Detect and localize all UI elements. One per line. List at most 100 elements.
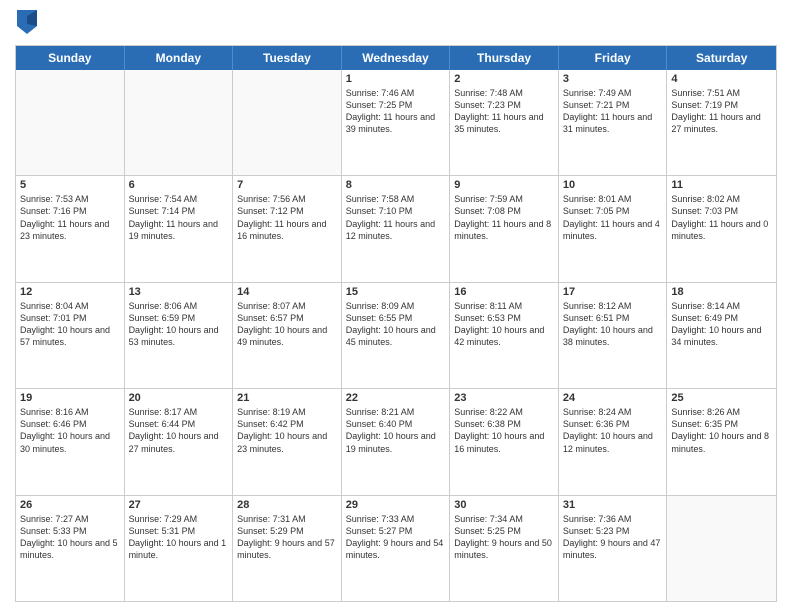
header-day: Sunday: [16, 46, 125, 70]
calendar-cell: 16Sunrise: 8:11 AMSunset: 6:53 PMDayligh…: [450, 283, 559, 388]
day-number: 17: [563, 286, 663, 298]
day-number: 21: [237, 392, 337, 404]
day-details: Sunrise: 7:51 AMSunset: 7:19 PMDaylight:…: [671, 87, 772, 136]
calendar-cell: 4 Sunrise: 7:51 AMSunset: 7:19 PMDaylight…: [667, 70, 776, 175]
day-details: Sunrise: 7:48 AMSunset: 7:23 PMDaylight:…: [454, 87, 554, 136]
calendar-cell: 24Sunrise: 8:24 AMSunset: 6:36 PMDayligh…: [559, 389, 668, 494]
calendar-cell: 28 Sunrise: 7:31 AMSunset: 5:29 PMDayligh…: [233, 496, 342, 601]
day-number: 3: [563, 73, 663, 85]
day-number: 5: [20, 179, 120, 191]
calendar-cell: 12 Sunrise: 8:04 AMSunset: 7:01 PMDayligh…: [16, 283, 125, 388]
calendar: SundayMondayTuesdayWednesdayThursdayFrid…: [15, 45, 777, 602]
header-day: Friday: [559, 46, 668, 70]
day-number: 24: [563, 392, 663, 404]
calendar-row: 26 Sunrise: 7:27 AMSunset: 5:33 PMDayligh…: [16, 495, 776, 601]
day-number: 4: [671, 73, 772, 85]
calendar-cell: 1 Sunrise: 7:46 AMSunset: 7:25 PMDaylight…: [342, 70, 451, 175]
day-number: 26: [20, 499, 120, 511]
header-day: Saturday: [667, 46, 776, 70]
day-number: 31: [563, 499, 663, 511]
calendar-row: 19Sunrise: 8:16 AMSunset: 6:46 PMDayligh…: [16, 388, 776, 494]
day-number: 9: [454, 179, 554, 191]
day-number: 15: [346, 286, 446, 298]
day-number: 27: [129, 499, 229, 511]
calendar-cell: 17 Sunrise: 8:12 AMSunset: 6:51 PMDayligh…: [559, 283, 668, 388]
page: SundayMondayTuesdayWednesdayThursdayFrid…: [0, 0, 792, 612]
calendar-cell: 18 Sunrise: 8:14 AMSunset: 6:49 PMDayligh…: [667, 283, 776, 388]
calendar-cell: 20Sunrise: 8:17 AMSunset: 6:44 PMDayligh…: [125, 389, 234, 494]
calendar-cell: 10 Sunrise: 8:01 AMSunset: 7:05 PMDayligh…: [559, 176, 668, 281]
day-details: Sunrise: 8:07 AMSunset: 6:57 PMDaylight:…: [237, 300, 337, 349]
day-number: 8: [346, 179, 446, 191]
day-details: Sunrise: 8:01 AMSunset: 7:05 PMDaylight:…: [563, 193, 663, 242]
header-day: Wednesday: [342, 46, 451, 70]
day-details: Sunrise: 7:31 AMSunset: 5:29 PMDaylight:…: [237, 513, 337, 562]
day-details: Sunrise: 8:11 AMSunset: 6:53 PMDaylight:…: [454, 300, 554, 349]
day-details: Sunrise: 7:27 AMSunset: 5:33 PMDaylight:…: [20, 513, 120, 562]
day-number: 20: [129, 392, 229, 404]
calendar-cell-empty: [667, 496, 776, 601]
calendar-row: 5Sunrise: 7:53 AMSunset: 7:16 PMDaylight…: [16, 175, 776, 281]
calendar-row: 1 Sunrise: 7:46 AMSunset: 7:25 PMDaylight…: [16, 70, 776, 175]
day-number: 1: [346, 73, 446, 85]
calendar-cell-empty: [125, 70, 234, 175]
day-details: Sunrise: 8:02 AMSunset: 7:03 PMDaylight:…: [671, 193, 772, 242]
header-day: Thursday: [450, 46, 559, 70]
calendar-cell: 2 Sunrise: 7:48 AMSunset: 7:23 PMDaylight…: [450, 70, 559, 175]
calendar-cell: 7 Sunrise: 7:56 AMSunset: 7:12 PMDaylight…: [233, 176, 342, 281]
calendar-cell: 9 Sunrise: 7:59 AMSunset: 7:08 PMDaylight…: [450, 176, 559, 281]
calendar-cell: 15 Sunrise: 8:09 AMSunset: 6:55 PMDayligh…: [342, 283, 451, 388]
day-number: 12: [20, 286, 120, 298]
calendar-row: 12 Sunrise: 8:04 AMSunset: 7:01 PMDayligh…: [16, 282, 776, 388]
calendar-cell: 27 Sunrise: 7:29 AMSunset: 5:31 PMDayligh…: [125, 496, 234, 601]
day-details: Sunrise: 8:16 AMSunset: 6:46 PMDaylight:…: [20, 406, 120, 455]
day-details: Sunrise: 7:29 AMSunset: 5:31 PMDaylight:…: [129, 513, 229, 562]
day-details: Sunrise: 8:21 AMSunset: 6:40 PMDaylight:…: [346, 406, 446, 455]
logo-text: [15, 14, 37, 39]
day-details: Sunrise: 7:56 AMSunset: 7:12 PMDaylight:…: [237, 193, 337, 242]
day-details: Sunrise: 7:36 AMSunset: 5:23 PMDaylight:…: [563, 513, 663, 562]
calendar-cell: 3 Sunrise: 7:49 AMSunset: 7:21 PMDaylight…: [559, 70, 668, 175]
day-number: 23: [454, 392, 554, 404]
calendar-cell: 31 Sunrise: 7:36 AMSunset: 5:23 PMDayligh…: [559, 496, 668, 601]
day-number: 18: [671, 286, 772, 298]
day-details: Sunrise: 8:14 AMSunset: 6:49 PMDaylight:…: [671, 300, 772, 349]
day-number: 2: [454, 73, 554, 85]
calendar-cell: 25Sunrise: 8:26 AMSunset: 6:35 PMDayligh…: [667, 389, 776, 494]
day-details: Sunrise: 8:12 AMSunset: 6:51 PMDaylight:…: [563, 300, 663, 349]
day-details: Sunrise: 8:09 AMSunset: 6:55 PMDaylight:…: [346, 300, 446, 349]
calendar-cell: 30 Sunrise: 7:34 AMSunset: 5:25 PMDayligh…: [450, 496, 559, 601]
calendar-cell: 22Sunrise: 8:21 AMSunset: 6:40 PMDayligh…: [342, 389, 451, 494]
header-day: Tuesday: [233, 46, 342, 70]
day-details: Sunrise: 7:58 AMSunset: 7:10 PMDaylight:…: [346, 193, 446, 242]
day-details: Sunrise: 8:22 AMSunset: 6:38 PMDaylight:…: [454, 406, 554, 455]
day-details: Sunrise: 8:26 AMSunset: 6:35 PMDaylight:…: [671, 406, 772, 455]
calendar-cell: 23 Sunrise: 8:22 AMSunset: 6:38 PMDayligh…: [450, 389, 559, 494]
day-number: 28: [237, 499, 337, 511]
calendar-body: 1 Sunrise: 7:46 AMSunset: 7:25 PMDaylight…: [16, 70, 776, 601]
day-details: Sunrise: 7:46 AMSunset: 7:25 PMDaylight:…: [346, 87, 446, 136]
calendar-cell: 8 Sunrise: 7:58 AMSunset: 7:10 PMDaylight…: [342, 176, 451, 281]
day-number: 29: [346, 499, 446, 511]
day-number: 7: [237, 179, 337, 191]
calendar-cell: 26 Sunrise: 7:27 AMSunset: 5:33 PMDayligh…: [16, 496, 125, 601]
day-details: Sunrise: 7:59 AMSunset: 7:08 PMDaylight:…: [454, 193, 554, 242]
day-number: 11: [671, 179, 772, 191]
header-day: Monday: [125, 46, 234, 70]
calendar-cell: 5Sunrise: 7:53 AMSunset: 7:16 PMDaylight…: [16, 176, 125, 281]
day-details: Sunrise: 7:49 AMSunset: 7:21 PMDaylight:…: [563, 87, 663, 136]
day-details: Sunrise: 8:19 AMSunset: 6:42 PMDaylight:…: [237, 406, 337, 455]
calendar-cell: 11 Sunrise: 8:02 AMSunset: 7:03 PMDayligh…: [667, 176, 776, 281]
header: [15, 10, 777, 39]
day-number: 6: [129, 179, 229, 191]
day-details: Sunrise: 8:04 AMSunset: 7:01 PMDaylight:…: [20, 300, 120, 349]
day-number: 30: [454, 499, 554, 511]
calendar-cell: 13Sunrise: 8:06 AMSunset: 6:59 PMDayligh…: [125, 283, 234, 388]
calendar-cell: 14 Sunrise: 8:07 AMSunset: 6:57 PMDayligh…: [233, 283, 342, 388]
calendar-cell-empty: [16, 70, 125, 175]
day-number: 14: [237, 286, 337, 298]
day-number: 10: [563, 179, 663, 191]
day-details: Sunrise: 7:34 AMSunset: 5:25 PMDaylight:…: [454, 513, 554, 562]
logo: [15, 14, 37, 39]
day-details: Sunrise: 7:33 AMSunset: 5:27 PMDaylight:…: [346, 513, 446, 562]
